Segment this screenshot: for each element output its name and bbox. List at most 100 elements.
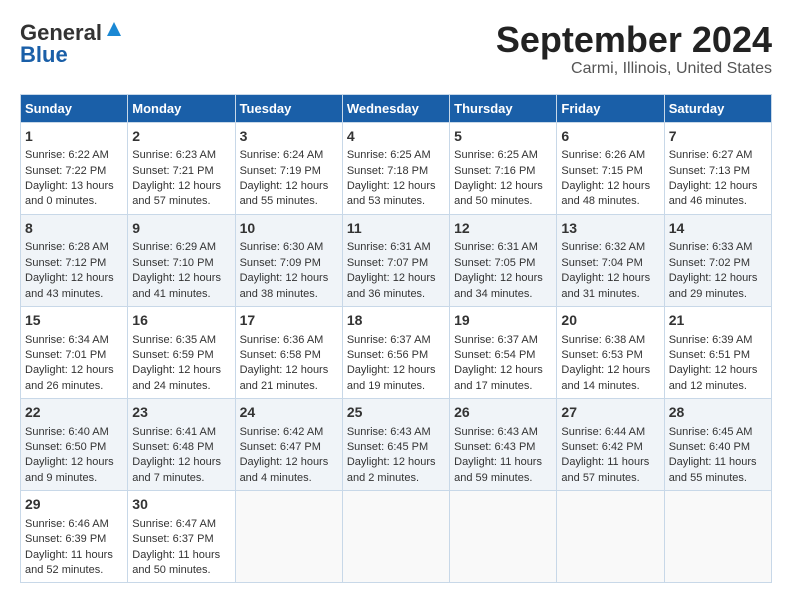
table-row: 17 Sunrise: 6:36 AM Sunset: 6:58 PM Dayl…	[235, 306, 342, 398]
sunset-label: Sunset: 6:53 PM	[561, 349, 642, 361]
daylight-label: Daylight: 12 hoursand 31 minutes.	[561, 272, 650, 299]
page-header: General Blue September 2024 Carmi, Illin…	[20, 20, 772, 78]
daylight-label: Daylight: 12 hoursand 38 minutes.	[240, 272, 329, 299]
sunset-label: Sunset: 6:56 PM	[347, 349, 428, 361]
day-number: 15	[25, 311, 123, 331]
logo-icon	[105, 20, 123, 38]
header-monday: Monday	[128, 94, 235, 122]
daylight-label: Daylight: 12 hoursand 53 minutes.	[347, 180, 436, 207]
sunrise-label: Sunrise: 6:43 AM	[454, 426, 538, 438]
day-number: 16	[132, 311, 230, 331]
sunrise-label: Sunrise: 6:35 AM	[132, 334, 216, 346]
table-row: 13 Sunrise: 6:32 AM Sunset: 7:04 PM Dayl…	[557, 214, 664, 306]
sunrise-label: Sunrise: 6:36 AM	[240, 334, 324, 346]
daylight-label: Daylight: 12 hoursand 43 minutes.	[25, 272, 114, 299]
day-number: 6	[561, 127, 659, 147]
sunrise-label: Sunrise: 6:25 AM	[347, 149, 431, 161]
table-row	[235, 491, 342, 583]
sunrise-label: Sunrise: 6:43 AM	[347, 426, 431, 438]
sunrise-label: Sunrise: 6:26 AM	[561, 149, 645, 161]
sunset-label: Sunset: 7:16 PM	[454, 165, 535, 177]
table-row: 28 Sunrise: 6:45 AM Sunset: 6:40 PM Dayl…	[664, 399, 771, 491]
day-number: 18	[347, 311, 445, 331]
daylight-label: Daylight: 12 hoursand 4 minutes.	[240, 456, 329, 483]
day-number: 26	[454, 403, 552, 423]
header-friday: Friday	[557, 94, 664, 122]
table-row	[450, 491, 557, 583]
sunset-label: Sunset: 6:58 PM	[240, 349, 321, 361]
day-number: 20	[561, 311, 659, 331]
daylight-label: Daylight: 13 hoursand 0 minutes.	[25, 180, 114, 207]
table-row: 26 Sunrise: 6:43 AM Sunset: 6:43 PM Dayl…	[450, 399, 557, 491]
daylight-label: Daylight: 12 hoursand 34 minutes.	[454, 272, 543, 299]
header-saturday: Saturday	[664, 94, 771, 122]
table-row	[664, 491, 771, 583]
daylight-label: Daylight: 12 hoursand 41 minutes.	[132, 272, 221, 299]
sunset-label: Sunset: 6:39 PM	[25, 533, 106, 545]
day-number: 25	[347, 403, 445, 423]
daylight-label: Daylight: 11 hoursand 50 minutes.	[132, 549, 220, 576]
daylight-label: Daylight: 12 hoursand 24 minutes.	[132, 364, 221, 391]
day-number: 1	[25, 127, 123, 147]
daylight-label: Daylight: 12 hoursand 26 minutes.	[25, 364, 114, 391]
sunrise-label: Sunrise: 6:30 AM	[240, 241, 324, 253]
daylight-label: Daylight: 12 hoursand 48 minutes.	[561, 180, 650, 207]
daylight-label: Daylight: 12 hoursand 14 minutes.	[561, 364, 650, 391]
sunset-label: Sunset: 6:37 PM	[132, 533, 213, 545]
table-row: 11 Sunrise: 6:31 AM Sunset: 7:07 PM Dayl…	[342, 214, 449, 306]
calendar-week-row: 1 Sunrise: 6:22 AM Sunset: 7:22 PM Dayli…	[21, 122, 772, 214]
sunrise-label: Sunrise: 6:27 AM	[669, 149, 753, 161]
daylight-label: Daylight: 12 hoursand 36 minutes.	[347, 272, 436, 299]
calendar-week-row: 22 Sunrise: 6:40 AM Sunset: 6:50 PM Dayl…	[21, 399, 772, 491]
day-number: 28	[669, 403, 767, 423]
table-row: 4 Sunrise: 6:25 AM Sunset: 7:18 PM Dayli…	[342, 122, 449, 214]
table-row: 9 Sunrise: 6:29 AM Sunset: 7:10 PM Dayli…	[128, 214, 235, 306]
sunset-label: Sunset: 6:48 PM	[132, 441, 213, 453]
table-row: 16 Sunrise: 6:35 AM Sunset: 6:59 PM Dayl…	[128, 306, 235, 398]
header-sunday: Sunday	[21, 94, 128, 122]
sunrise-label: Sunrise: 6:39 AM	[669, 334, 753, 346]
sunset-label: Sunset: 6:51 PM	[669, 349, 750, 361]
sunset-label: Sunset: 7:10 PM	[132, 257, 213, 269]
day-number: 9	[132, 219, 230, 239]
sunrise-label: Sunrise: 6:47 AM	[132, 518, 216, 530]
daylight-label: Daylight: 12 hoursand 12 minutes.	[669, 364, 758, 391]
calendar-week-row: 8 Sunrise: 6:28 AM Sunset: 7:12 PM Dayli…	[21, 214, 772, 306]
daylight-label: Daylight: 11 hoursand 59 minutes.	[454, 456, 542, 483]
table-row: 21 Sunrise: 6:39 AM Sunset: 6:51 PM Dayl…	[664, 306, 771, 398]
table-row: 2 Sunrise: 6:23 AM Sunset: 7:21 PM Dayli…	[128, 122, 235, 214]
day-number: 23	[132, 403, 230, 423]
day-number: 27	[561, 403, 659, 423]
day-number: 19	[454, 311, 552, 331]
sunrise-label: Sunrise: 6:34 AM	[25, 334, 109, 346]
sunset-label: Sunset: 7:18 PM	[347, 165, 428, 177]
sunset-label: Sunset: 6:47 PM	[240, 441, 321, 453]
page-subtitle: Carmi, Illinois, United States	[496, 60, 772, 78]
table-row: 14 Sunrise: 6:33 AM Sunset: 7:02 PM Dayl…	[664, 214, 771, 306]
daylight-label: Daylight: 12 hoursand 7 minutes.	[132, 456, 221, 483]
table-row: 30 Sunrise: 6:47 AM Sunset: 6:37 PM Dayl…	[128, 491, 235, 583]
sunset-label: Sunset: 6:42 PM	[561, 441, 642, 453]
daylight-label: Daylight: 12 hoursand 55 minutes.	[240, 180, 329, 207]
table-row: 18 Sunrise: 6:37 AM Sunset: 6:56 PM Dayl…	[342, 306, 449, 398]
table-row: 8 Sunrise: 6:28 AM Sunset: 7:12 PM Dayli…	[21, 214, 128, 306]
day-number: 13	[561, 219, 659, 239]
sunset-label: Sunset: 7:21 PM	[132, 165, 213, 177]
table-row: 29 Sunrise: 6:46 AM Sunset: 6:39 PM Dayl…	[21, 491, 128, 583]
table-row	[342, 491, 449, 583]
sunrise-label: Sunrise: 6:23 AM	[132, 149, 216, 161]
table-row: 20 Sunrise: 6:38 AM Sunset: 6:53 PM Dayl…	[557, 306, 664, 398]
sunrise-label: Sunrise: 6:33 AM	[669, 241, 753, 253]
logo-blue: Blue	[20, 42, 68, 68]
daylight-label: Daylight: 11 hoursand 52 minutes.	[25, 549, 113, 576]
day-number: 11	[347, 219, 445, 239]
sunset-label: Sunset: 7:22 PM	[25, 165, 106, 177]
daylight-label: Daylight: 11 hoursand 57 minutes.	[561, 456, 649, 483]
table-row: 7 Sunrise: 6:27 AM Sunset: 7:13 PM Dayli…	[664, 122, 771, 214]
sunrise-label: Sunrise: 6:42 AM	[240, 426, 324, 438]
header-thursday: Thursday	[450, 94, 557, 122]
day-number: 24	[240, 403, 338, 423]
sunset-label: Sunset: 6:40 PM	[669, 441, 750, 453]
table-row: 24 Sunrise: 6:42 AM Sunset: 6:47 PM Dayl…	[235, 399, 342, 491]
calendar-week-row: 15 Sunrise: 6:34 AM Sunset: 7:01 PM Dayl…	[21, 306, 772, 398]
